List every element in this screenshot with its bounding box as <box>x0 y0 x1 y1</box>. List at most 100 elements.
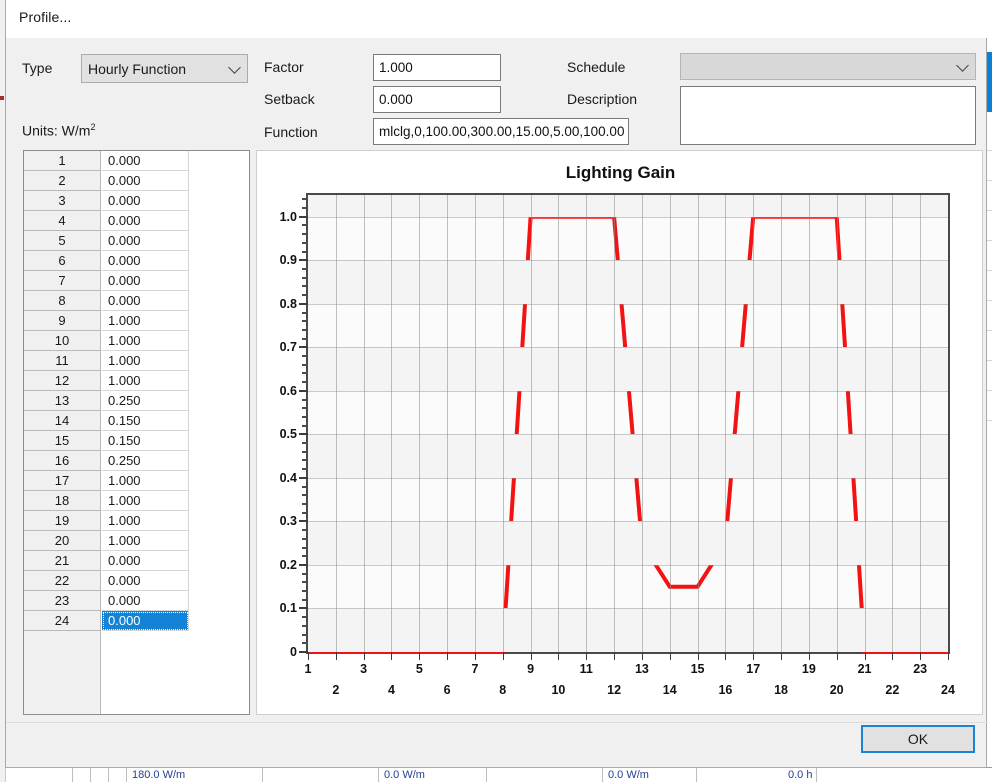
chart-xtick <box>892 652 894 660</box>
chart-ytick-label: 1.0 <box>279 209 297 224</box>
table-row[interactable]: 6 0.000 <box>24 251 249 271</box>
chart-yminor-tick <box>302 537 308 540</box>
background-left-accent-mark <box>0 96 4 100</box>
chart-xtick <box>502 652 504 660</box>
chart-band <box>308 608 948 652</box>
table-row[interactable]: 24 0.000 <box>24 611 249 631</box>
chart-yminor-tick <box>302 415 308 418</box>
table-row-value[interactable]: 1.000 <box>102 471 189 491</box>
table-row-hour: 3 <box>24 191 101 211</box>
type-dropdown[interactable]: Hourly Function <box>81 54 248 83</box>
dialog-title: Profile... <box>19 9 72 25</box>
setback-input[interactable]: 0.000 <box>373 86 501 113</box>
chart-yminor-tick <box>302 581 308 584</box>
chart-hgridline <box>308 347 948 349</box>
table-row-value[interactable]: 0.000 <box>102 211 189 231</box>
function-input[interactable]: mlclg,0,100.00,300.00,15.00,5.00,100.00 <box>373 118 629 145</box>
table-row[interactable]: 8 0.000 <box>24 291 249 311</box>
table-row-value[interactable]: 0.000 <box>102 231 189 251</box>
factor-input[interactable]: 1.000 <box>373 54 501 81</box>
table-row[interactable]: 7 0.000 <box>24 271 249 291</box>
table-row-value[interactable]: 0.000 <box>102 571 189 591</box>
table-row[interactable]: 15 0.150 <box>24 431 249 451</box>
table-row-hour: 13 <box>24 391 101 411</box>
ok-button[interactable]: OK <box>861 725 975 753</box>
table-row-value[interactable]: 1.000 <box>102 331 189 351</box>
table-row-value[interactable]: 0.000 <box>102 151 189 171</box>
table-row-value[interactable]: 0.000 <box>102 591 189 611</box>
table-rows-container: 1 0.000 2 0.000 3 0.000 4 0.000 5 0.000 6 0.000 7 0.0… <box>24 151 249 631</box>
table-row-value[interactable]: 1.000 <box>102 351 189 371</box>
table-row-value[interactable]: 0.150 <box>102 411 189 431</box>
chart-hgridline <box>308 521 948 523</box>
table-row[interactable]: 4 0.000 <box>24 211 249 231</box>
chart-yminor-tick <box>302 494 308 497</box>
table-row[interactable]: 17 1.000 <box>24 471 249 491</box>
table-row-value[interactable]: 0.000 <box>102 291 189 311</box>
table-row-hour: 1 <box>24 151 101 171</box>
table-row-value[interactable]: 0.150 <box>102 431 189 451</box>
chart-band <box>308 347 948 391</box>
description-label: Description <box>567 91 638 107</box>
table-row-value[interactable]: 1.000 <box>102 491 189 511</box>
table-row[interactable]: 2 0.000 <box>24 171 249 191</box>
chart-xtick <box>335 652 337 660</box>
table-row-value[interactable]: 1.000 <box>102 371 189 391</box>
table-row-hour: 21 <box>24 551 101 571</box>
table-row-hour: 17 <box>24 471 101 491</box>
chart-ytick <box>299 346 308 349</box>
hourly-values-table[interactable]: 1 0.000 2 0.000 3 0.000 4 0.000 5 0.000 6 0.000 7 0.0… <box>23 150 250 715</box>
type-label: Type <box>22 60 53 76</box>
table-row[interactable]: 16 0.250 <box>24 451 249 471</box>
table-row[interactable]: 14 0.150 <box>24 411 249 431</box>
chart-hgridline <box>308 303 948 305</box>
schedule-dropdown[interactable] <box>680 53 976 80</box>
table-row[interactable]: 5 0.000 <box>24 231 249 251</box>
table-row-value[interactable]: 0.000 <box>102 171 189 191</box>
table-row[interactable]: 20 1.000 <box>24 531 249 551</box>
background-cell-value: 0.0 h <box>788 769 813 781</box>
table-row[interactable]: 9 1.000 <box>24 311 249 331</box>
chart-hgridline <box>308 390 948 392</box>
chart-yminor-tick <box>302 233 308 236</box>
chart-yminor-tick <box>302 407 308 410</box>
table-row[interactable]: 18 1.000 <box>24 491 249 511</box>
table-row[interactable]: 23 0.000 <box>24 591 249 611</box>
table-row[interactable]: 19 1.000 <box>24 511 249 531</box>
table-row-value[interactable]: 0.000 <box>102 271 189 291</box>
table-row-value[interactable]: 1.000 <box>102 531 189 551</box>
table-row-value[interactable]: 0.000 <box>102 191 189 211</box>
chart-xtick <box>419 652 421 660</box>
chart-band <box>308 521 948 565</box>
table-row[interactable]: 10 1.000 <box>24 331 249 351</box>
chart-vgridline <box>447 195 449 652</box>
table-row[interactable]: 13 0.250 <box>24 391 249 411</box>
chart-ytick <box>299 520 308 523</box>
chart-yminor-tick <box>302 485 308 488</box>
table-row-value[interactable]: 0.000 <box>102 251 189 271</box>
factor-value: 1.000 <box>379 60 413 75</box>
setback-label: Setback <box>264 91 315 107</box>
chart-vgridline <box>641 195 643 652</box>
chart-xtick-label: 4 <box>387 683 395 697</box>
function-label: Function <box>264 124 318 140</box>
table-row-value[interactable]: 0.000 <box>102 551 189 571</box>
table-row-value[interactable]: 1.000 <box>102 311 189 331</box>
table-row[interactable]: 21 0.000 <box>24 551 249 571</box>
background-bottom-table-row[interactable]: 180.0 W/m 0.0 W/m 0.0 W/m 0.0 h <box>6 767 992 782</box>
description-input[interactable] <box>680 86 976 145</box>
chart-yminor-tick <box>302 616 308 619</box>
table-row[interactable]: 3 0.000 <box>24 191 249 211</box>
table-row-value[interactable]: 1.000 <box>102 511 189 531</box>
chart-xtick <box>447 652 449 660</box>
table-row-value[interactable]: 0.250 <box>102 391 189 411</box>
table-row[interactable]: 22 0.000 <box>24 571 249 591</box>
table-row[interactable]: 1 0.000 <box>24 151 249 171</box>
chart-yminor-tick <box>302 355 308 358</box>
table-row-value[interactable]: 0.250 <box>102 451 189 471</box>
chart-xtick-label: 15 <box>690 662 705 676</box>
chart-yminor-tick <box>302 250 308 253</box>
table-row-value[interactable]: 0.000 <box>102 611 189 631</box>
table-row[interactable]: 11 1.000 <box>24 351 249 371</box>
table-row[interactable]: 12 1.000 <box>24 371 249 391</box>
